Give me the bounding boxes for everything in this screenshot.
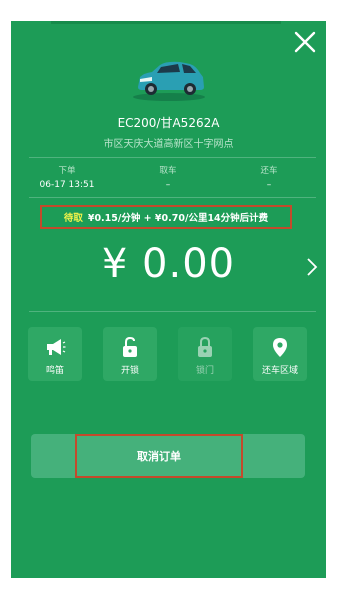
return-label: 还车 <box>260 166 278 176</box>
location-pin-icon <box>269 336 291 358</box>
pickup-col: 取车 – <box>123 164 213 190</box>
lock-label: 锁门 <box>195 366 214 376</box>
vehicle-plate: EC200/甘A5262A <box>117 116 220 130</box>
unlock-button[interactable]: 开锁 <box>103 327 157 381</box>
close-button[interactable] <box>292 29 318 55</box>
status-badge: 待取 <box>63 213 83 224</box>
fee-info: 待取 ¥0.15/分钟 + ¥0.70/公里14分钟后计费 <box>40 205 292 229</box>
return-area-label: 还车区域 <box>261 366 298 376</box>
action-bar: 鸣笛 开锁 锁门 还车区域 <box>11 327 326 381</box>
station-name: 市区天庆大道高新区十字网点 <box>103 139 234 150</box>
top-strip <box>51 21 281 24</box>
return-area-button[interactable]: 还车区域 <box>253 327 307 381</box>
order-panel: EC200/甘A5262A 市区天庆大道高新区十字网点 下单 06-17 13:… <box>11 21 326 578</box>
cancel-order-button[interactable]: 取消订单 <box>75 434 243 478</box>
lock-icon <box>194 336 216 358</box>
close-icon <box>294 31 316 53</box>
order-value: 06-17 13:51 <box>39 180 95 190</box>
divider <box>29 157 316 158</box>
chevron-right-icon <box>307 258 318 276</box>
pickup-label: 取车 <box>159 166 177 176</box>
amount: ¥ 0.00 <box>101 241 236 287</box>
return-col: 还车 – <box>224 164 314 190</box>
divider <box>29 311 316 312</box>
pickup-value: – <box>165 180 171 190</box>
divider <box>29 197 316 198</box>
lock-button[interactable]: 锁门 <box>178 327 232 381</box>
horn-button[interactable]: 鸣笛 <box>28 327 82 381</box>
horn-label: 鸣笛 <box>45 366 64 376</box>
return-value: – <box>266 180 272 190</box>
fee-text: ¥0.15/分钟 + ¥0.70/公里14分钟后计费 <box>87 213 269 224</box>
unlock-icon <box>119 336 141 358</box>
unlock-label: 开锁 <box>120 366 139 376</box>
amount-detail-button[interactable] <box>306 257 318 277</box>
order-time-col: 下单 06-17 13:51 <box>22 164 112 190</box>
order-label: 下单 <box>58 166 76 176</box>
trip-timeline: 下单 06-17 13:51 取车 – 还车 – <box>11 164 326 198</box>
car-image <box>133 61 205 101</box>
horn-icon <box>44 336 66 358</box>
